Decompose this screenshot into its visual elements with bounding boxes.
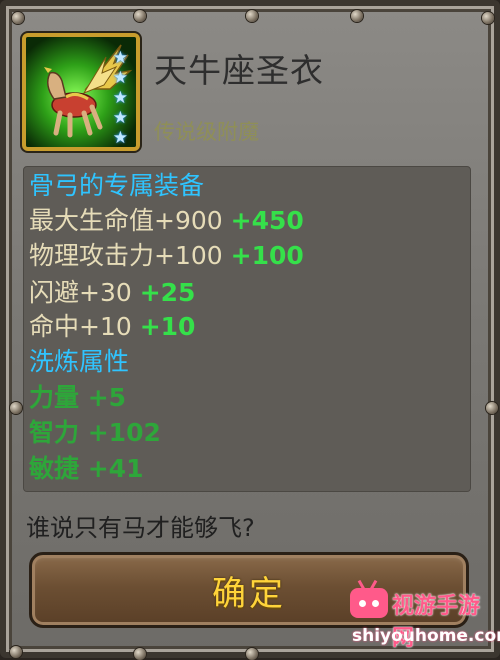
stat-label: 物理攻击力+100	[29, 241, 223, 270]
star-rating: ★ ★ ★ ★ ★	[113, 49, 128, 147]
stat-bonus: +100	[230, 241, 304, 270]
stats-panel[interactable]: 骨弓的专属装备 最大生命值+900 +450 物理攻击力+100 +100 闪避…	[23, 166, 471, 492]
stat-row: 命中+10 +10	[29, 312, 195, 342]
rivet	[482, 12, 494, 24]
rivet	[10, 402, 22, 414]
rivet	[134, 10, 146, 22]
refine-label: 敏捷	[29, 454, 80, 483]
star-icon: ★	[112, 128, 128, 148]
stat-row: 闪避+30 +25	[29, 278, 195, 308]
item-name: 天牛座圣衣	[154, 51, 324, 90]
stat-bonus: +450	[230, 206, 304, 235]
star-icon: ★	[112, 108, 128, 128]
stat-bonus: +10	[139, 312, 196, 341]
stat-row: 物理攻击力+100 +100	[29, 241, 304, 271]
exclusive-header: 骨弓的专属装备	[29, 171, 205, 200]
stat-row: 最大生命值+900 +450	[29, 206, 304, 236]
refine-label: 智力	[29, 418, 80, 447]
refine-label: 力量	[29, 383, 80, 412]
rivet	[351, 10, 363, 22]
refine-row: 力量 +5	[29, 383, 126, 413]
rivet	[246, 648, 258, 660]
refine-value: +5	[87, 383, 127, 412]
refine-row: 敏捷 +41	[29, 454, 143, 484]
stat-label: 最大生命值+900	[29, 206, 223, 235]
refine-row: 智力 +102	[29, 418, 161, 448]
refine-header: 洗炼属性	[29, 347, 130, 376]
stat-bonus: +25	[139, 278, 196, 307]
stat-label: 命中+10	[29, 312, 132, 341]
watermark-en: shiyouhome.com	[352, 626, 500, 646]
scroll-clip	[24, 485, 470, 491]
star-icon: ★	[112, 88, 128, 108]
rivet	[12, 12, 24, 24]
watermark: 视游手游网 shiyouhome.com	[350, 582, 500, 654]
logo-eye	[359, 600, 366, 607]
tv-logo-icon	[350, 588, 388, 618]
star-icon: ★	[112, 48, 128, 68]
refine-value: +41	[87, 454, 144, 483]
star-icon: ★	[112, 68, 128, 88]
item-description: 谁说只有马才能够飞?	[26, 514, 255, 542]
rivet	[486, 402, 498, 414]
rivet	[246, 10, 258, 22]
rivet	[10, 646, 22, 658]
logo-eye	[372, 600, 379, 607]
confirm-label: 确定	[212, 573, 286, 614]
item-grade: 传说级附魔	[154, 120, 259, 144]
rivet	[134, 648, 146, 660]
item-icon: ★ ★ ★ ★ ★	[22, 33, 140, 151]
refine-value: +102	[87, 418, 161, 447]
stat-label: 闪避+30	[29, 278, 132, 307]
